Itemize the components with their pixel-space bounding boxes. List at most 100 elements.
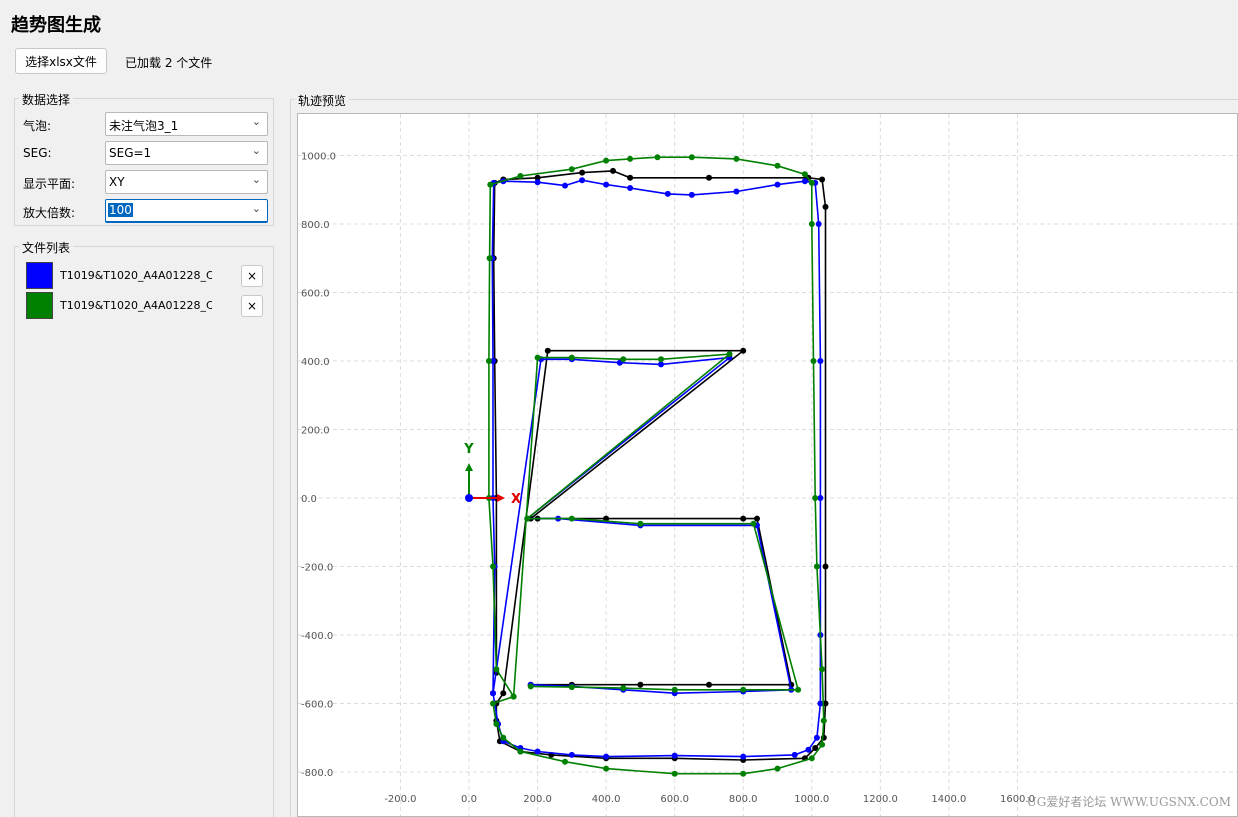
trajectory-point: [812, 495, 819, 501]
chevron-down-icon: ⌄: [251, 144, 261, 157]
file-color-swatch: [26, 292, 53, 319]
trajectory-point: [579, 169, 586, 176]
x-tick-label: 1000.0: [794, 794, 829, 805]
origin-y-label: Y: [463, 442, 474, 457]
y-tick-label: 1000.0: [301, 152, 336, 163]
trajectory-point: [603, 753, 610, 760]
trajectory-chart[interactable]: -200.0 0.0 200.0 400.0 600.0 800.0 1000.0 1200.…: [298, 114, 1237, 816]
trajectory-point: [733, 155, 740, 162]
trajectory-point: [524, 515, 531, 522]
x-tick-label: -200.0: [384, 794, 416, 805]
y-tick-label: 800.0: [301, 220, 330, 231]
y-tick-label: -800.0: [301, 768, 333, 779]
trajectory-point: [688, 191, 695, 198]
x-tick-label: 1200.0: [863, 794, 898, 805]
trajectory-point: [740, 753, 747, 760]
trajectory-point: [490, 700, 496, 707]
trajectory-point: [490, 690, 496, 697]
trajectory-point: [500, 734, 507, 741]
trajectory-point: [740, 770, 747, 777]
trajectory-point: [654, 154, 661, 161]
trajectory-point: [603, 765, 610, 772]
data-selection-title: 数据选择: [19, 91, 74, 108]
zoom-select[interactable]: 100 ⌄: [105, 199, 268, 223]
trajectory-point: [534, 179, 541, 186]
trajectory-point: [819, 176, 826, 183]
trajectory-plot[interactable]: -200.0 0.0 200.0 400.0 600.0 800.0 1000.0 1200.…: [297, 113, 1238, 817]
trajectory-point: [688, 154, 695, 161]
trajectory-point: [603, 181, 610, 188]
trajectory-point: [774, 765, 781, 772]
trajectory-point: [819, 741, 826, 748]
trajectory-point: [805, 746, 812, 753]
select-xlsx-button[interactable]: 选择xlsx文件: [15, 48, 107, 74]
origin-x-label: X: [511, 492, 521, 507]
trajectory-point: [620, 356, 627, 363]
x-tick-label: 600.0: [660, 794, 689, 805]
trajectory-point: [791, 751, 798, 758]
trajectory-point: [627, 185, 634, 191]
plane-label: 显示平面:: [23, 177, 76, 191]
zoom-select-value: 100: [108, 203, 133, 217]
remove-file-button[interactable]: ×: [241, 295, 263, 317]
trajectory-point: [568, 684, 575, 691]
y-tick-label: -400.0: [301, 631, 333, 642]
trajectory-point: [817, 358, 824, 364]
trajectory-point: [815, 221, 822, 227]
trajectory-point: [517, 173, 524, 179]
seg-label: SEG:: [23, 146, 52, 160]
origin-point: [465, 494, 473, 502]
x-tick-label: 200.0: [523, 794, 552, 805]
trajectory-point: [808, 221, 815, 227]
trajectory-point: [822, 563, 829, 570]
trajectory-point: [493, 721, 500, 727]
bubble-select[interactable]: 未注气泡3_1 ⌄: [105, 112, 268, 136]
zoom-label: 放大倍数:: [23, 206, 76, 220]
seg-select[interactable]: SEG=1 ⌄: [105, 141, 268, 165]
y-tick-label: -200.0: [301, 563, 333, 574]
trajectory-point: [820, 717, 827, 724]
trajectory-point: [517, 748, 524, 755]
plane-select[interactable]: XY ⌄: [105, 170, 268, 194]
trajectory-point: [562, 758, 568, 765]
trajectory-point: [510, 693, 517, 700]
trajectory-point: [610, 167, 616, 174]
trajectory-point: [658, 356, 664, 363]
file-name: T1019&T1020_A4A01228_CNC: [60, 269, 212, 282]
trajectory-point: [568, 515, 575, 522]
trajectory-point: [813, 563, 820, 570]
file-list-title: 文件列表: [19, 239, 74, 256]
seg-select-value: SEG=1: [109, 146, 152, 160]
x-tick-label: 800.0: [729, 794, 758, 805]
y-tick-label: 400.0: [301, 357, 330, 368]
trajectory-point: [603, 157, 610, 164]
trajectory-point: [754, 515, 760, 522]
trajectory-point: [568, 166, 575, 173]
remove-file-button[interactable]: ×: [241, 265, 263, 287]
trajectory-point: [819, 666, 826, 673]
trajectory-point: [774, 162, 781, 169]
trajectory-point: [486, 255, 493, 262]
bubble-label: 气泡:: [23, 119, 52, 133]
trajectory-point: [822, 203, 829, 210]
y-tick-label: 200.0: [301, 426, 330, 437]
trajectory-point: [817, 495, 824, 501]
trajectory-line-0: [492, 170, 827, 761]
y-tick-label: -600.0: [301, 700, 333, 711]
plane-select-value: XY: [109, 175, 125, 189]
trajectory-point: [774, 181, 781, 188]
trajectory-point: [808, 755, 815, 762]
trajectory-point: [637, 681, 644, 688]
trajectory-point: [808, 179, 815, 186]
app-title: 趋势图生成: [11, 15, 101, 36]
origin-x-arrow: [497, 494, 505, 502]
trajectory-point: [740, 515, 747, 522]
trajectory-point: [568, 354, 575, 361]
trajectory-point: [813, 734, 820, 741]
chevron-down-icon: ⌄: [251, 202, 261, 215]
trajectory-point: [671, 770, 678, 777]
trajectory-point: [487, 181, 494, 188]
trajectory-point: [579, 177, 586, 184]
trajectory-point: [620, 685, 627, 692]
trajectory-point: [493, 666, 500, 673]
